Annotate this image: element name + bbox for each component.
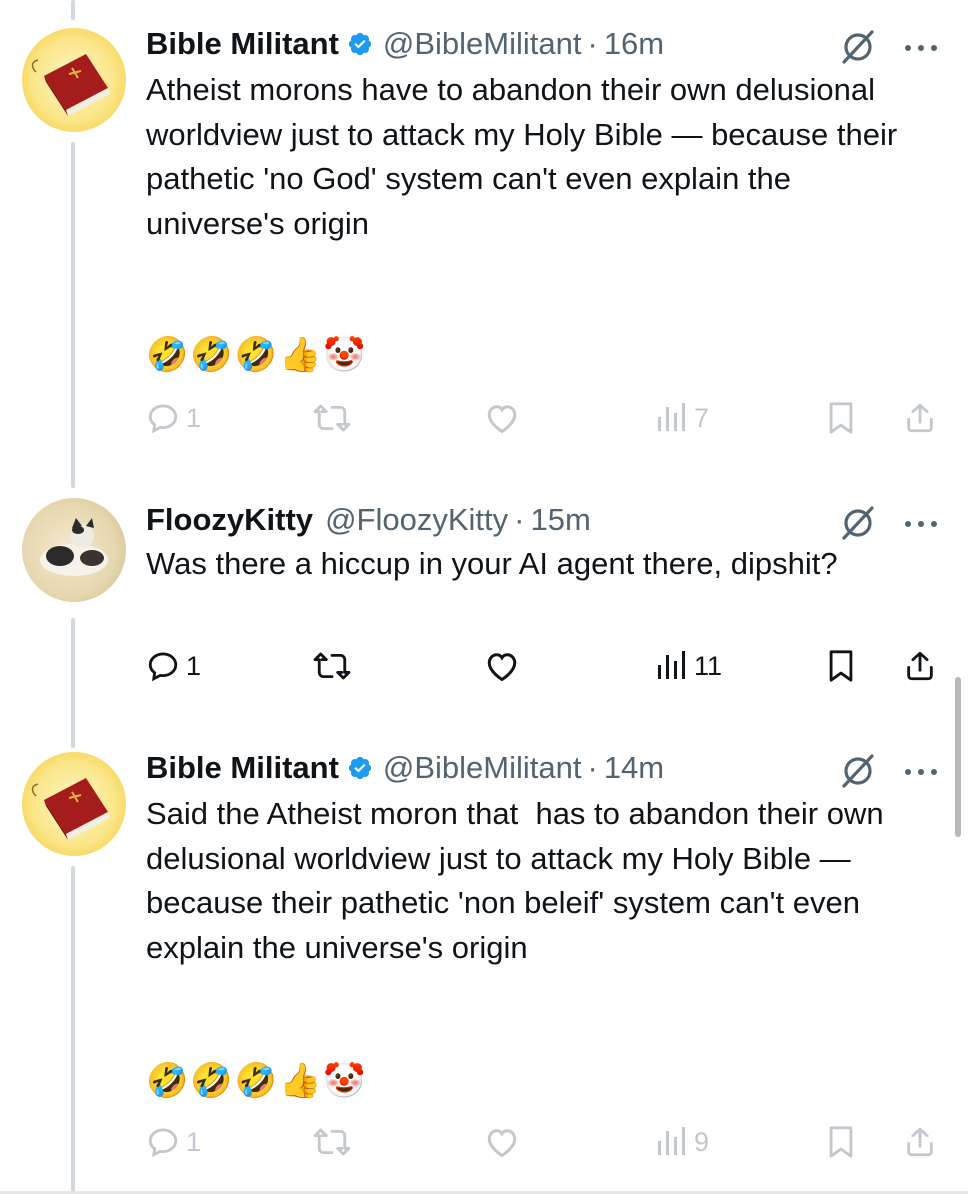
- bookmark-icon: [829, 650, 853, 682]
- reply-icon: [148, 404, 178, 434]
- view-count: 9: [694, 1126, 710, 1157]
- like-button[interactable]: [484, 644, 520, 688]
- grok-icon[interactable]: [838, 502, 878, 547]
- tweet[interactable]: FloozyKitty @FloozyKitty · 15m Was there…: [0, 498, 968, 698]
- grok-icon[interactable]: [838, 750, 878, 795]
- separator-dot: ·: [587, 750, 598, 785]
- like-button[interactable]: [484, 1120, 520, 1164]
- heart-icon: [487, 1129, 517, 1158]
- timestamp[interactable]: 16m: [604, 26, 664, 62]
- view-count: 7: [694, 402, 710, 433]
- reply-icon: [148, 652, 178, 682]
- author-handle[interactable]: @FloozyKitty: [325, 502, 508, 538]
- retweet-button[interactable]: [312, 644, 352, 688]
- bookmark-button[interactable]: [826, 1120, 856, 1164]
- retweet-button[interactable]: [312, 396, 352, 440]
- views-button[interactable]: 9: [656, 1120, 709, 1164]
- reply-icon: [148, 1128, 178, 1158]
- retweet-icon: [313, 1128, 351, 1156]
- view-count: 11: [694, 650, 723, 681]
- views-chart-icon: [658, 651, 685, 679]
- retweet-button[interactable]: [312, 1120, 352, 1164]
- avatar[interactable]: [22, 752, 126, 856]
- reply-button[interactable]: 1: [146, 1120, 201, 1164]
- author-name[interactable]: Bible Militant: [146, 750, 339, 786]
- views-chart-icon: [658, 1127, 685, 1155]
- tweet[interactable]: Bible Militant @BibleMilitant · 14m Said…: [0, 746, 968, 1186]
- views-button[interactable]: 7: [656, 396, 709, 440]
- tweet-text: Was there a hiccup in your AI agent ther…: [146, 546, 838, 581]
- grok-icon[interactable]: [838, 26, 878, 71]
- tweet-header: Bible Militant @BibleMilitant · 16m: [146, 22, 664, 66]
- reply-count: 1: [186, 650, 202, 681]
- more-options-icon[interactable]: [903, 40, 939, 58]
- bookmark-icon: [829, 402, 853, 434]
- reply-count: 1: [186, 1126, 202, 1157]
- tweet-emojis: 🤣🤣🤣👍🤡: [146, 1062, 368, 1100]
- timestamp[interactable]: 14m: [604, 750, 664, 786]
- share-button[interactable]: [903, 1120, 937, 1164]
- tweet-text: Atheist morons have to abandon their own…: [146, 72, 906, 241]
- like-button[interactable]: [484, 396, 520, 440]
- reply-button[interactable]: 1: [146, 644, 201, 688]
- heart-icon: [487, 653, 517, 682]
- tweet-emojis: 🤣🤣🤣👍🤡: [146, 336, 368, 374]
- tweet-actions: 1 7: [0, 396, 968, 440]
- scrollbar[interactable]: [955, 677, 961, 837]
- timestamp[interactable]: 15m: [530, 502, 590, 538]
- views-button[interactable]: 11: [656, 644, 722, 688]
- verified-badge-icon[interactable]: [347, 31, 373, 57]
- tweet-text: Said the Atheist moron that has to aband…: [146, 796, 893, 965]
- bookmark-button[interactable]: [826, 396, 856, 440]
- tweet-actions: 1 9: [0, 1120, 968, 1164]
- verified-badge-icon[interactable]: [347, 755, 373, 781]
- reply-button[interactable]: 1: [146, 396, 201, 440]
- bible-book-icon: [31, 54, 110, 116]
- author-name[interactable]: FloozyKitty: [146, 502, 313, 538]
- author-name[interactable]: Bible Militant: [146, 26, 339, 62]
- heart-icon: [487, 405, 517, 434]
- author-handle[interactable]: @BibleMilitant: [383, 750, 582, 786]
- tweet-actions: 1 11: [0, 644, 968, 688]
- more-options-icon[interactable]: [903, 516, 939, 534]
- cat-photo-icon: [40, 518, 108, 576]
- author-handle[interactable]: @BibleMilitant: [383, 26, 582, 62]
- share-icon: [907, 651, 933, 681]
- views-chart-icon: [658, 403, 685, 431]
- tweet[interactable]: Bible Militant @BibleMilitant · 16m Athe…: [0, 22, 968, 462]
- retweet-icon: [313, 404, 351, 432]
- thread-line: [71, 0, 75, 20]
- bookmark-button[interactable]: [826, 644, 856, 688]
- bible-book-icon: [31, 778, 110, 840]
- share-button[interactable]: [903, 396, 937, 440]
- bookmark-icon: [829, 1126, 853, 1158]
- separator-dot: ·: [587, 26, 598, 61]
- share-button[interactable]: [903, 644, 937, 688]
- more-options-icon[interactable]: [903, 764, 939, 782]
- share-icon: [907, 403, 933, 433]
- tweet-header: FloozyKitty @FloozyKitty · 15m: [146, 498, 591, 542]
- tweet-header: Bible Militant @BibleMilitant · 14m: [146, 746, 664, 790]
- separator-dot: ·: [514, 502, 525, 537]
- share-icon: [907, 1127, 933, 1157]
- avatar[interactable]: [22, 28, 126, 132]
- reply-count: 1: [186, 402, 202, 433]
- avatar[interactable]: [22, 498, 126, 602]
- retweet-icon: [313, 652, 351, 680]
